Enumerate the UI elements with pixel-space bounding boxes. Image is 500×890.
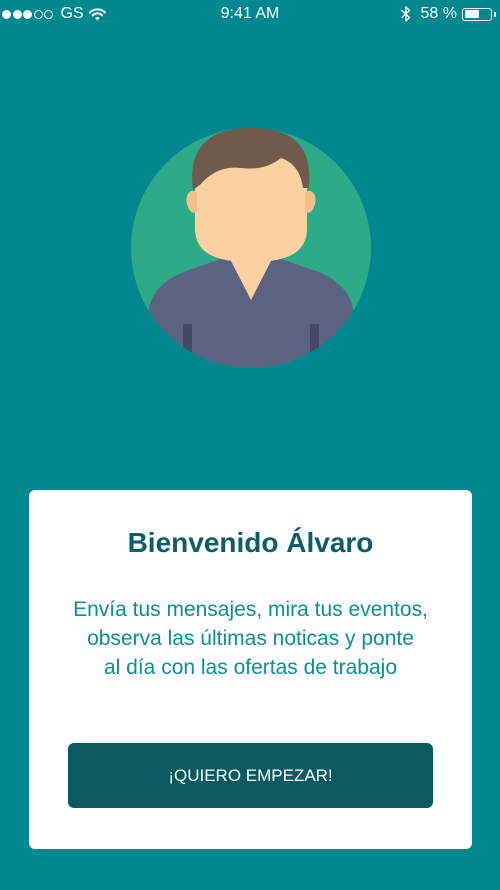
welcome-title: Bienvenido Álvaro: [127, 527, 374, 558]
welcome-card: Bienvenido Álvaro Envía tus mensajes, mi…: [29, 490, 472, 849]
battery-fill: [464, 10, 479, 18]
welcome-description-line: observa las últimas noticas y ponte: [87, 627, 414, 650]
battery-percentage: 58 %: [420, 5, 457, 22]
status-right: 58 %: [400, 5, 496, 23]
battery-icon: [462, 7, 496, 21]
welcome-description-line: Envía tus mensajes, mira tus eventos,: [73, 598, 428, 621]
status-bar: GS 9:41 AM 58 %: [0, 0, 500, 28]
start-button[interactable]: ¡QUIERO EMPEZAR!: [68, 743, 433, 808]
avatar-shirt-seam-right: [310, 324, 319, 368]
battery-tip: [493, 11, 496, 17]
welcome-description-line: al día con las ofertas de trabajo: [103, 656, 397, 679]
welcome-description: Envía tus mensajes, mira tus eventos, ob…: [39, 595, 462, 682]
avatar-shirt-seam-left: [183, 324, 192, 368]
user-avatar-icon: [131, 128, 371, 368]
bluetooth-icon: [400, 6, 411, 22]
